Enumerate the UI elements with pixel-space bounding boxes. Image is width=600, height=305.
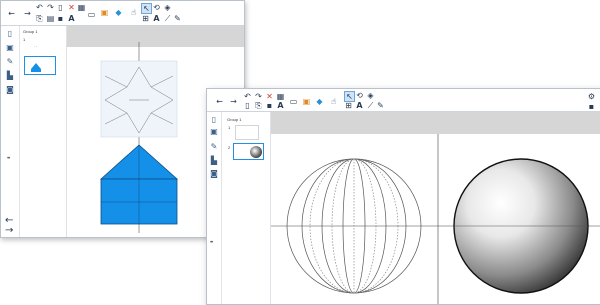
layers-icon[interactable]: ▪ xyxy=(587,102,596,111)
camera-icon[interactable]: ◙ xyxy=(6,86,14,94)
group-label[interactable]: Group 1 xyxy=(23,29,37,34)
text-icon[interactable]: A xyxy=(355,101,364,110)
grid-icon[interactable]: ▦ xyxy=(276,92,285,101)
fill-icon[interactable]: ◈ xyxy=(163,3,172,12)
page-dots: . . xyxy=(34,43,38,48)
paste-icon[interactable]: ▤ xyxy=(46,14,55,23)
group-label[interactable]: Group 1 xyxy=(227,117,241,122)
redo-icon[interactable]: ↷ xyxy=(254,92,263,101)
settings-icon[interactable]: ⚙ xyxy=(587,92,596,101)
delete-icon[interactable]: ✕ xyxy=(265,92,274,101)
sidebar-grip[interactable]: •• xyxy=(7,156,10,162)
pointer-icon[interactable]: ☝ xyxy=(129,8,138,17)
save-icon[interactable]: ▪ xyxy=(265,101,274,110)
table-icon[interactable]: ⊞ xyxy=(141,14,150,23)
image-gallery-icon[interactable]: ▣ xyxy=(6,44,14,52)
attachment-icon[interactable]: ✎ xyxy=(210,143,218,151)
tool-sidebar: ▯ ▣ ✎ ▙ ◙ •• xyxy=(207,112,222,304)
text-size-icon[interactable]: A xyxy=(67,14,76,23)
geometry-app-window-front: ← → ↶ ↷ ✕ ▦ ▭ ▣ ◆ ☝ ↖ ⟲ ◈ ▯ ⎘ ▪ A ⊞ A ⟋ … xyxy=(206,88,600,305)
delete-icon[interactable]: ✕ xyxy=(67,3,76,12)
image-icon[interactable]: ▣ xyxy=(302,97,311,106)
copy-icon[interactable]: ⎘ xyxy=(35,14,44,23)
cursor-icon[interactable]: ↖ xyxy=(141,3,152,14)
undo-icon[interactable]: ↶ xyxy=(243,92,252,101)
copy-icon[interactable]: ⎘ xyxy=(254,101,263,110)
attachment-icon[interactable]: ✎ xyxy=(6,58,14,66)
text-icon[interactable]: A xyxy=(152,14,161,23)
page-number: 1 xyxy=(23,37,26,42)
new-page-icon[interactable]: ▯ xyxy=(243,101,252,110)
main-toolbar: ← → ↶ ↷ ▯ ✕ ▦ ▣ ◆ ☝ ↖ ⟲ ◈ ⎘ ▤ ▪ A ▭ ⊞ A … xyxy=(1,1,244,26)
page-number: 1 xyxy=(228,125,231,130)
pointer-icon[interactable]: ☝ xyxy=(329,97,338,106)
page-icon[interactable]: ▯ xyxy=(210,116,218,124)
drawing-canvas[interactable] xyxy=(271,112,600,304)
sphere-figures xyxy=(271,134,600,304)
arrow-right-icon[interactable]: → xyxy=(229,97,238,106)
sphere-thumbnail-icon xyxy=(250,146,262,158)
screen-icon[interactable]: ▭ xyxy=(87,10,96,19)
grid-icon[interactable]: ▦ xyxy=(77,3,86,12)
pen-icon[interactable]: ✎ xyxy=(376,101,385,110)
screen-icon[interactable]: ▭ xyxy=(289,97,298,106)
chart-icon[interactable]: ▙ xyxy=(6,72,14,80)
arrow-right-icon[interactable]: → xyxy=(5,225,13,236)
page-number: 2 xyxy=(228,145,231,150)
page-thumbnail[interactable] xyxy=(233,143,264,160)
line-icon[interactable]: ⟋ xyxy=(366,101,375,110)
image-gallery-icon[interactable]: ▣ xyxy=(210,128,218,136)
page-panel: Group 1 1 2 xyxy=(222,112,271,304)
pyramid-solid xyxy=(99,144,179,225)
table-icon[interactable]: ⊞ xyxy=(344,101,353,110)
sidebar-grip[interactable]: •• xyxy=(210,240,213,246)
page-panel: Group 1 1 . . xyxy=(20,26,67,237)
shaded-sphere xyxy=(453,158,589,294)
page-thumbnail[interactable] xyxy=(24,56,56,75)
rotate-icon[interactable]: ⟲ xyxy=(355,91,364,100)
rotate-icon[interactable]: ⟲ xyxy=(152,3,161,12)
pyramid-thumbnail-icon xyxy=(31,63,41,72)
image-icon[interactable]: ▣ xyxy=(100,8,109,17)
save-icon[interactable]: ▪ xyxy=(56,14,65,23)
page-thumbnail[interactable] xyxy=(235,125,259,140)
arrow-right-icon[interactable]: → xyxy=(23,9,32,18)
arrow-left-icon[interactable]: ← xyxy=(7,9,16,18)
redo-icon[interactable]: ↷ xyxy=(46,3,55,12)
net-selection-box xyxy=(100,60,178,138)
arrow-left-icon[interactable]: ← xyxy=(215,97,224,106)
main-toolbar: ← → ↶ ↷ ✕ ▦ ▭ ▣ ◆ ☝ ↖ ⟲ ◈ ▯ ⎘ ▪ A ⊞ A ⟋ … xyxy=(207,89,600,112)
camera-icon[interactable]: ◙ xyxy=(210,170,218,178)
tool-sidebar: ▯ ▣ ✎ ▙ ◙ •• ← → xyxy=(1,26,20,237)
new-page-icon[interactable]: ▯ xyxy=(56,3,65,12)
shape-icon[interactable]: ◆ xyxy=(315,97,324,106)
fill-icon[interactable]: ◈ xyxy=(366,91,375,100)
text-size-icon[interactable]: A xyxy=(276,101,285,110)
pen-icon[interactable]: ✎ xyxy=(173,14,182,23)
page-icon[interactable]: ▯ xyxy=(6,30,14,38)
line-icon[interactable]: ⟋ xyxy=(163,14,172,23)
chart-icon[interactable]: ▙ xyxy=(210,157,218,165)
shape-icon[interactable]: ◆ xyxy=(114,8,123,17)
undo-icon[interactable]: ↶ xyxy=(35,3,44,12)
